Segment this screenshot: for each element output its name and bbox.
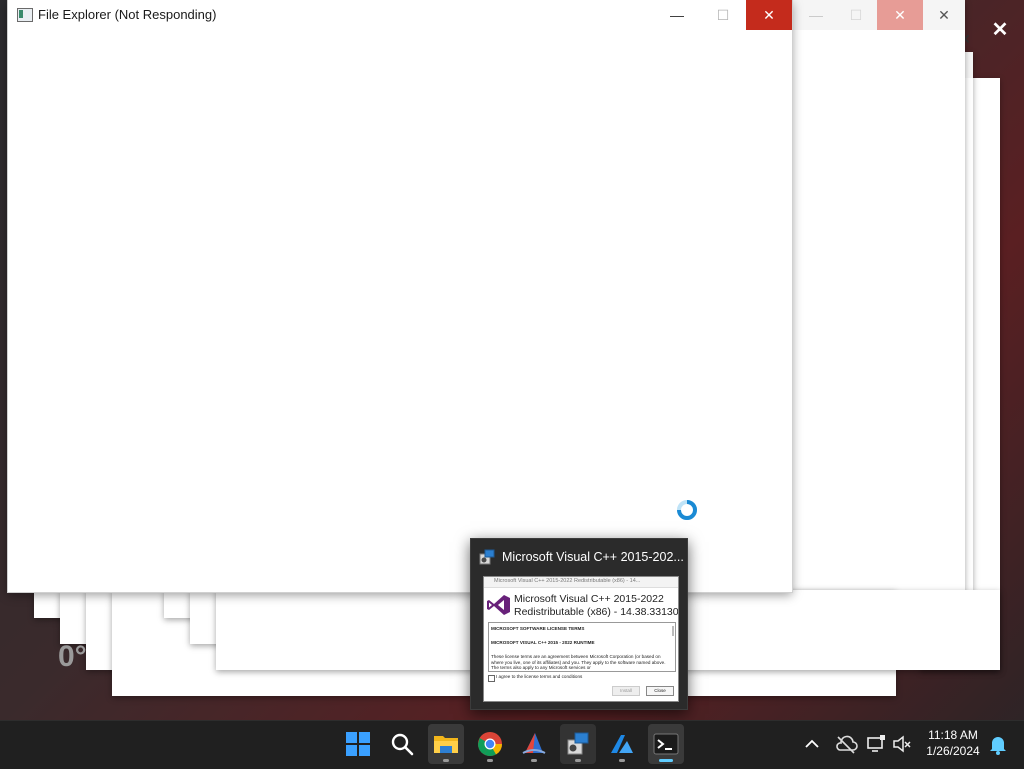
close-button[interactable]: ✕ <box>746 0 792 30</box>
clock-time: 11:18 AM <box>928 728 978 742</box>
onedrive-status[interactable] <box>834 732 858 756</box>
volume-muted-icon <box>893 735 911 753</box>
ghost-close-button[interactable]: ✕ <box>921 0 967 30</box>
network-icon <box>867 735 885 752</box>
overlay-close-button[interactable]: ✕ <box>988 17 1012 43</box>
close-icon: ✕ <box>991 19 1009 41</box>
close-icon: ✕ <box>763 6 775 23</box>
network-status[interactable] <box>864 732 888 756</box>
license-heading: MICROSOFT SOFTWARE LICENSE TERMS <box>491 626 585 631</box>
clock[interactable]: 11:18 AM 1/26/2024 <box>920 727 986 763</box>
agree-label: I agree to the license terms and conditi… <box>496 674 583 679</box>
product-name-line2: Redistributable (x86) - 14.38.33130 <box>514 606 679 618</box>
ghost-close-button[interactable]: ✕ <box>877 0 923 30</box>
license-scrollbar[interactable] <box>672 626 674 636</box>
search-button[interactable] <box>384 724 420 764</box>
taskbar-azure[interactable] <box>604 724 640 764</box>
maximize-button[interactable]: ☐ <box>700 0 746 30</box>
running-indicator <box>575 759 581 762</box>
running-indicator <box>443 759 449 762</box>
license-text-box[interactable]: MICROSOFT SOFTWARE LICENSE TERMS MICROSO… <box>488 622 676 672</box>
title-bar[interactable]: File Explorer (Not Responding) — ☐ ✕ <box>8 0 792 30</box>
installer-icon <box>479 549 495 565</box>
taskbar-terminal[interactable] <box>648 724 684 764</box>
close-button[interactable]: Close <box>646 686 674 696</box>
folder-icon <box>434 736 458 753</box>
background-text: 0° <box>58 640 87 673</box>
installer-icon <box>567 732 589 755</box>
minimize-button[interactable]: — <box>654 0 700 30</box>
visual-studio-logo-icon <box>487 595 510 615</box>
window-content <box>8 30 792 592</box>
product-name-line1: Microsoft Visual C++ 2015-2022 <box>514 593 664 605</box>
running-indicator <box>619 759 625 762</box>
tray-overflow-button[interactable] <box>800 732 824 756</box>
busy-spinner-icon <box>677 500 697 520</box>
maximize-icon: ☐ <box>716 6 730 23</box>
preview-thumbnail: Microsoft Visual C++ 2015-2022 Redistrib… <box>483 576 679 702</box>
minimize-icon: — <box>670 7 684 23</box>
start-button[interactable] <box>340 724 376 764</box>
running-indicator <box>487 759 493 762</box>
notifications-button[interactable] <box>986 732 1010 756</box>
preview-title: Microsoft Visual C++ 2015-202... <box>502 550 684 564</box>
search-icon <box>391 733 414 756</box>
taskbar-installer[interactable] <box>560 724 596 764</box>
volume-status[interactable] <box>890 732 914 756</box>
terminal-icon <box>653 733 679 755</box>
chevron-up-icon <box>805 739 819 748</box>
thumb-window-title: Microsoft Visual C++ 2015-2022 Redistrib… <box>494 578 641 584</box>
taskbar-file-explorer[interactable] <box>428 724 464 764</box>
azure-icon <box>611 735 633 753</box>
bell-icon <box>990 737 1006 755</box>
clock-date: 1/26/2024 <box>926 744 980 758</box>
ghost-maximize-button[interactable]: ☐ <box>833 0 879 30</box>
chrome-icon <box>478 732 502 757</box>
sail-app-icon <box>522 733 546 754</box>
running-indicator <box>531 759 537 762</box>
taskbar-sail-app[interactable] <box>516 724 552 764</box>
taskbar-chrome[interactable] <box>472 724 508 764</box>
install-button[interactable]: Install <box>612 686 640 696</box>
file-explorer-window: File Explorer (Not Responding) — ☐ ✕ <box>8 0 792 592</box>
license-subheading: MICROSOFT VISUAL C++ 2015 - 2022 RUNTIME <box>491 640 595 645</box>
file-explorer-icon <box>17 8 33 22</box>
agree-checkbox[interactable] <box>488 675 495 682</box>
ghost-window: — ☐ ✕ ✕ <box>793 0 965 592</box>
license-body: These license terms are an agreement bet… <box>491 654 666 671</box>
cloud-offline-icon <box>836 735 858 754</box>
active-indicator <box>659 759 673 762</box>
window-title: File Explorer (Not Responding) <box>38 7 217 22</box>
windows-logo-icon <box>346 732 370 756</box>
taskbar-preview[interactable]: Microsoft Visual C++ 2015-202... Microso… <box>470 538 688 710</box>
